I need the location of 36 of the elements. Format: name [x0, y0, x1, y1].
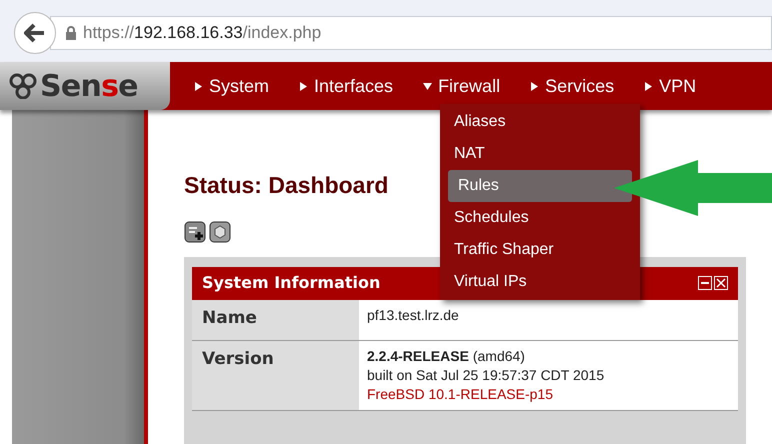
row-value: pf13.test.lrz.de [367, 306, 460, 324]
caret-right-icon [299, 82, 308, 90]
add-widget-icon[interactable] [184, 220, 206, 242]
dropdown-menu-item[interactable]: Rules [448, 170, 632, 202]
row-label: Version [192, 340, 359, 410]
close-icon[interactable] [714, 276, 728, 290]
back-arrow-icon [24, 23, 46, 43]
logo-text: Sense [40, 68, 138, 106]
row-value: 2.2.4-RELEASE (amd64) [367, 346, 526, 366]
row-value: built on Sat Jul 25 19:57:37 CDT 2015 [367, 366, 606, 384]
nav-menu-item[interactable]: Firewall [423, 72, 500, 100]
back-button[interactable] [14, 12, 56, 54]
url-text: https://192.168.16.33/index.php [83, 22, 322, 44]
dropdown-menu-item[interactable]: Aliases [448, 106, 632, 138]
minimize-icon[interactable] [698, 276, 712, 290]
dropdown-menu-item[interactable]: Virtual IPs [448, 266, 632, 298]
caret-right-icon [644, 82, 654, 90]
logo-icon [8, 73, 38, 99]
nav-menu-item[interactable]: Services [530, 72, 614, 100]
dropdown-menu-item[interactable]: Traffic Shaper [448, 234, 632, 266]
row-label: Name [192, 300, 359, 340]
panel-title: System Information [202, 272, 380, 294]
lock-icon [65, 26, 77, 40]
dropdown-menu-item[interactable]: Schedules [448, 202, 632, 234]
caret-down-icon [423, 82, 432, 90]
page-title: Status: Dashboard [184, 171, 388, 200]
nav-menu-item[interactable]: System [194, 72, 270, 100]
dropdown-menu-item[interactable]: NAT [448, 138, 632, 170]
caret-right-icon [194, 82, 203, 90]
nav-menu-item[interactable]: VPN [644, 72, 696, 100]
logo[interactable]: Sense [0, 62, 170, 110]
address-bar[interactable]: https://192.168.16.33/index.php [50, 16, 772, 50]
row-value: FreeBSD 10.1-RELEASE-p15 [367, 384, 554, 404]
caret-right-icon [530, 82, 540, 90]
help-cube-icon[interactable] [209, 220, 231, 242]
nav-menu-item[interactable]: Interfaces [299, 72, 394, 100]
